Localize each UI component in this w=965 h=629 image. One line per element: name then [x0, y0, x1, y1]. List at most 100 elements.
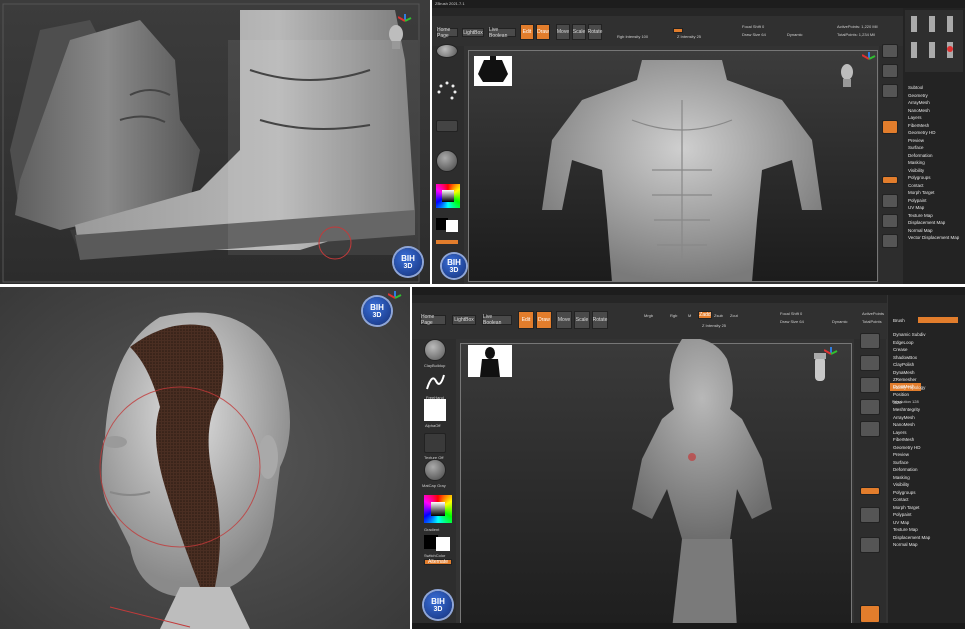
tool-menu-item[interactable]: Normal Map [905, 227, 963, 235]
scale-button[interactable]: Scale [572, 24, 586, 40]
tool-menu-item[interactable]: Deformation [905, 152, 963, 160]
spix-button[interactable] [882, 64, 898, 78]
silhouette-thumbnail[interactable] [468, 345, 512, 377]
rotate-button[interactable]: Rotate [588, 24, 602, 40]
m-button[interactable]: M [688, 313, 691, 318]
live-boolean-button[interactable]: Live Boolean [482, 314, 512, 326]
tool-menu-item[interactable]: NanoMesh [890, 421, 963, 429]
material-button[interactable] [436, 150, 458, 172]
tool-menu-item[interactable]: Preview [890, 451, 963, 459]
boots-viewport[interactable] [0, 0, 430, 284]
tool-menu-item[interactable]: Surface [890, 459, 963, 467]
tool-menu-item[interactable]: Polypaint [890, 511, 963, 519]
tool-menu-item[interactable]: Modify Topology [890, 384, 963, 392]
alpha-button[interactable] [424, 399, 446, 421]
tool-menu-item[interactable]: Dynamic Subdiv [890, 331, 963, 339]
tool-menu-item[interactable]: MeshIntegrity [890, 406, 963, 414]
zcut-button[interactable]: Zcut [730, 313, 738, 318]
local-button[interactable] [860, 537, 880, 553]
tool-menu-item[interactable]: Geometry HD [905, 129, 963, 137]
tool-menu-item[interactable]: Geometry HD [890, 444, 963, 452]
draw-size-readout[interactable]: Draw Size 64 [742, 32, 766, 37]
edit-button[interactable]: Edit [518, 311, 534, 329]
secondary-color-swatch[interactable] [436, 537, 450, 551]
tool-menu-item[interactable]: Geometry [905, 92, 963, 100]
xpose-button[interactable] [882, 234, 898, 248]
brush-header[interactable]: Brush [890, 317, 905, 325]
tool-menu-item[interactable]: EdgeLoop [890, 339, 963, 347]
rgb-button[interactable]: Rgb [670, 313, 677, 318]
zoom-button[interactable] [860, 399, 880, 415]
tool-menu-item[interactable]: ShadowBox [890, 354, 963, 362]
tool-menu-item[interactable]: Normal Map [890, 541, 963, 549]
bpr-button[interactable] [882, 44, 898, 58]
scroll-button[interactable] [882, 84, 898, 98]
lightbox-button[interactable]: LightBox [462, 28, 484, 37]
scroll-button[interactable] [860, 377, 880, 393]
hooded-figure-model[interactable] [612, 339, 792, 629]
z-intensity-readout[interactable]: Z Intensity 25 [702, 323, 726, 328]
floor-button[interactable] [860, 507, 880, 523]
transp-button[interactable] [860, 605, 880, 623]
tool-menu-item[interactable]: Displacement Map [890, 534, 963, 542]
tool-menu-item[interactable]: UV Map [905, 204, 963, 212]
mrgb-button[interactable]: Mrgb [644, 313, 653, 318]
tool-menu-item[interactable]: Surface [905, 144, 963, 152]
axis-gizmo-icon[interactable] [823, 347, 838, 361]
tool-menu-item[interactable]: ArrayMesh [890, 414, 963, 422]
draw-button[interactable]: Draw [536, 24, 550, 40]
zsub-button[interactable]: Zsub [714, 313, 723, 318]
zadd-button[interactable]: Zadd [698, 311, 712, 319]
tool-menu-item[interactable]: DynaMesh [890, 369, 963, 377]
rgb-intensity-readout[interactable]: Rgb Intensity 100 [617, 34, 648, 39]
brush-button[interactable] [424, 339, 446, 361]
tool-menu-item[interactable]: Subtool [905, 84, 963, 92]
color-picker[interactable] [424, 495, 452, 523]
texture-button[interactable] [424, 433, 446, 453]
move-button[interactable]: Move [556, 24, 570, 40]
secondary-color-swatch[interactable] [446, 220, 458, 232]
brush-slider[interactable] [918, 317, 958, 323]
tool-menu-item[interactable]: Layers [890, 429, 963, 437]
dynamic-button[interactable]: Dynamic [787, 32, 803, 37]
focal-shift-readout[interactable]: Focal Shift 0 [780, 311, 802, 316]
color-picker[interactable] [436, 184, 460, 208]
tool-menu-item[interactable]: Contact [905, 182, 963, 190]
draw-size-readout[interactable]: Draw Size 64 [780, 319, 804, 324]
tool-menu-item[interactable]: Position [890, 391, 963, 399]
tool-menu-item[interactable]: UV Map [890, 519, 963, 527]
tool-menu-item[interactable]: ArrayMesh [905, 99, 963, 107]
persp-button[interactable] [882, 176, 898, 184]
head-viewport[interactable] [0, 287, 410, 629]
tool-menu-item[interactable]: ZRemesher [890, 376, 963, 384]
tool-menu-item[interactable]: Visibility [890, 481, 963, 489]
z-intensity-readout[interactable]: Z Intensity 25 [677, 34, 701, 39]
tool-menu-item[interactable]: Layers [905, 114, 963, 122]
live-boolean-button[interactable]: Live Boolean [488, 27, 516, 39]
stroke-dots-icon[interactable] [436, 80, 458, 102]
tool-menu-item[interactable]: ClayPolish [890, 361, 963, 369]
tool-menu-item[interactable]: Masking [905, 159, 963, 167]
tool-menu-item[interactable]: Polypaint [905, 197, 963, 205]
switch-color-button[interactable] [436, 240, 458, 244]
torso-model[interactable] [512, 60, 852, 282]
home-page-button[interactable]: Home Page [420, 314, 446, 326]
silhouette-thumbnail[interactable] [474, 56, 512, 86]
switch-color-label[interactable]: SwitchColor [424, 553, 445, 558]
edit-button[interactable]: Edit [520, 24, 534, 40]
rotate-button[interactable]: Rotate [592, 311, 608, 329]
tool-menu-item[interactable]: Preview [905, 137, 963, 145]
tool-menu-item[interactable]: FiberMesh [890, 436, 963, 444]
axis-gizmo-icon[interactable] [387, 291, 402, 305]
bpr-button[interactable] [860, 333, 880, 349]
tool-menu-item[interactable]: Visibility [905, 167, 963, 175]
dynamic-button[interactable]: Dynamic [832, 319, 848, 324]
lightbox-button[interactable]: LightBox [452, 315, 476, 325]
persp-button[interactable] [860, 487, 880, 495]
tool-menu-item[interactable]: NanoMesh [905, 107, 963, 115]
frame-button[interactable] [882, 120, 898, 134]
tool-menu-item[interactable]: Polygroups [890, 489, 963, 497]
focal-shift-readout[interactable]: Focal Shift 0 [742, 24, 764, 29]
scale-button[interactable]: Scale [574, 311, 590, 329]
subtool-thumbnails[interactable] [905, 10, 963, 72]
